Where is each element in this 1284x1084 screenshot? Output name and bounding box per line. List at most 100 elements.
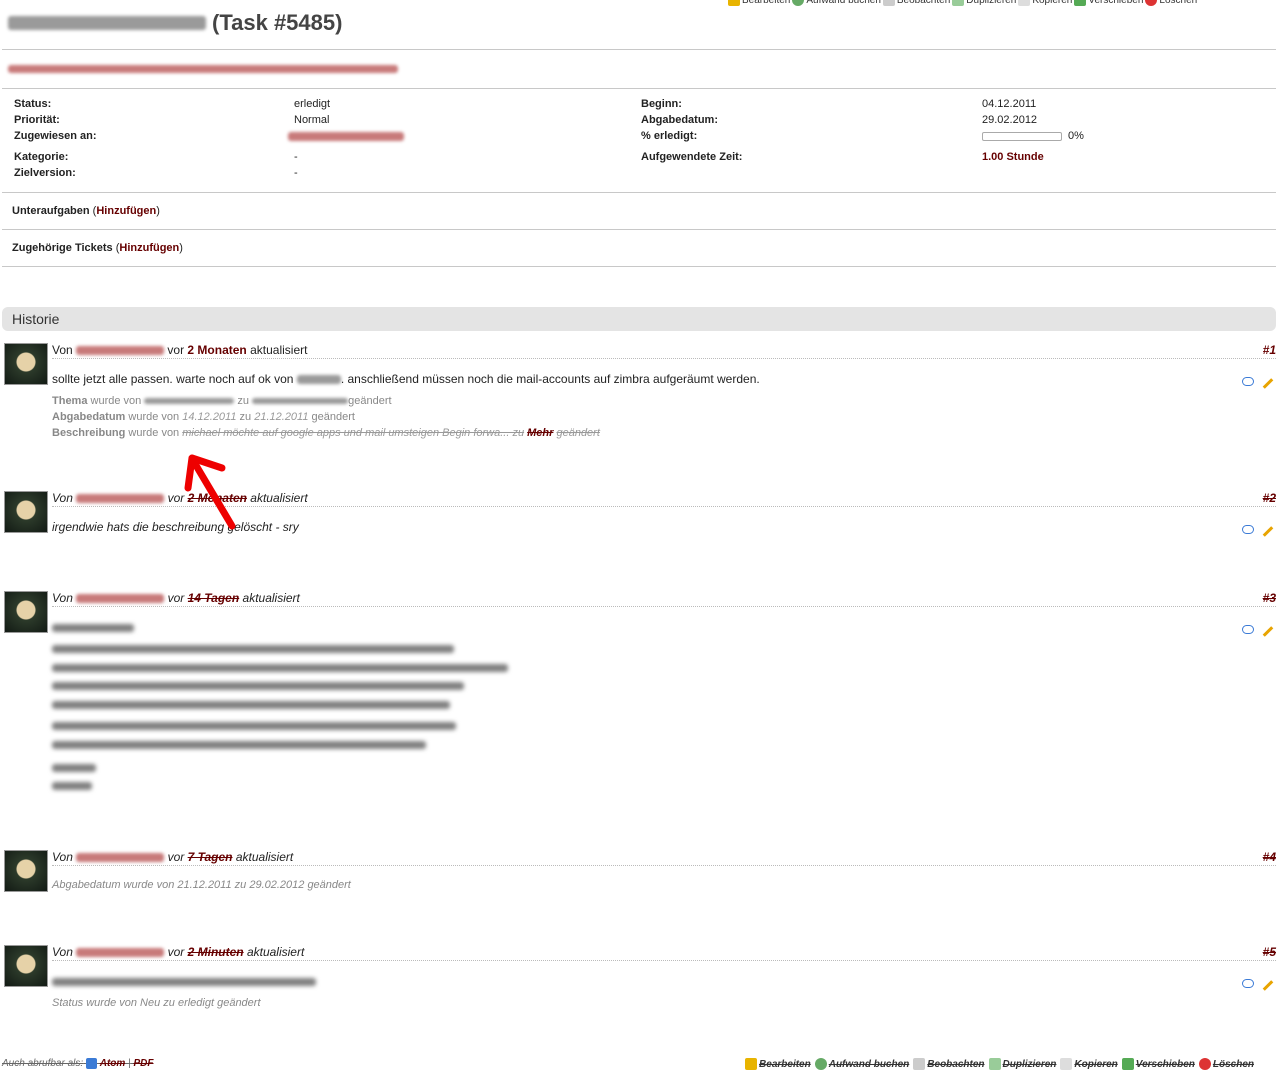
- redacted-name: [296, 375, 341, 385]
- task-number: (Task #5485): [212, 10, 343, 35]
- divider: [2, 229, 1276, 230]
- pencil-icon: [728, 0, 740, 6]
- move-icon: [1121, 1058, 1134, 1070]
- redacted-user[interactable]: [76, 853, 165, 863]
- move-icon: [1074, 0, 1087, 6]
- log-time-action[interactable]: Aufwand buchen: [814, 1058, 909, 1070]
- journal-actions: [1234, 525, 1274, 537]
- delete-action[interactable]: Löschen: [1145, 0, 1197, 7]
- divider: [2, 192, 1276, 193]
- move-action[interactable]: Verschieben: [1074, 0, 1143, 7]
- priority-label: Priorität:: [14, 114, 60, 126]
- copy-icon: [1018, 0, 1031, 6]
- due-label: Abgabedatum:: [641, 114, 718, 126]
- add-subtask-link[interactable]: Hinzufügen: [96, 205, 156, 217]
- delete-icon: [1198, 1058, 1211, 1070]
- redacted-user[interactable]: [76, 494, 165, 504]
- pencil-icon[interactable]: [1262, 378, 1274, 389]
- annotation-arrow-icon: [184, 454, 236, 530]
- category-label: Kategorie:: [14, 151, 69, 163]
- avatar: [4, 343, 48, 385]
- journal-detail: Beschreibung wurde von michael möchte au…: [52, 427, 600, 439]
- time-ago-link[interactable]: 7 Tagen: [188, 850, 233, 864]
- quote-icon[interactable]: [1242, 979, 1254, 988]
- avatar: [4, 491, 48, 533]
- watch-action[interactable]: Beobachten: [913, 1058, 985, 1070]
- journal-actions: [1234, 625, 1274, 637]
- due-value: 29.02.2012: [982, 114, 1038, 126]
- journal-number-link[interactable]: #5: [1263, 945, 1276, 959]
- progress-bar: [982, 131, 1062, 141]
- spent-time-link[interactable]: 1.00 Stunde: [982, 151, 1044, 163]
- journal-actions: [1234, 979, 1274, 991]
- divider: [2, 49, 1276, 50]
- page-title: (Task #5485): [8, 10, 342, 36]
- journal-number-link[interactable]: #3: [1263, 591, 1276, 605]
- avatar: [4, 945, 48, 987]
- more-link[interactable]: Mehr: [527, 427, 553, 439]
- journal-number-link[interactable]: #4: [1263, 850, 1276, 864]
- quote-icon[interactable]: [1242, 377, 1254, 386]
- atom-link[interactable]: Atom: [100, 1058, 126, 1069]
- clock-icon: [814, 1058, 827, 1070]
- assigned-value[interactable]: [288, 130, 404, 142]
- avatar: [4, 850, 48, 892]
- move-action[interactable]: Verschieben: [1121, 1058, 1195, 1070]
- journal-number-link[interactable]: #2: [1263, 491, 1276, 505]
- journal-entry: Von vor 2 Monaten aktualisiert #1 sollte…: [2, 343, 1276, 453]
- journal-entry: Von vor 14 Tagen aktualisiert #3: [2, 591, 1276, 801]
- pencil-icon[interactable]: [1262, 626, 1274, 637]
- journal-header: Von vor 2 Minuten aktualisiert #5: [52, 945, 1276, 961]
- time-ago-link[interactable]: 2 Minuten: [188, 945, 244, 959]
- journal-entry: Von vor 7 Tagen aktualisiert #4 Abgabeda…: [2, 850, 1276, 900]
- journal-header: Von vor 7 Tagen aktualisiert #4: [52, 850, 1276, 866]
- divider: [2, 88, 1276, 89]
- version-label: Zielversion:: [14, 167, 76, 179]
- pencil-icon[interactable]: [1262, 980, 1274, 991]
- time-ago-link[interactable]: 2 Monaten: [187, 343, 246, 357]
- add-relation-link[interactable]: Hinzufügen: [119, 242, 179, 254]
- assigned-label: Zugewiesen an:: [14, 130, 97, 142]
- duplicate-icon: [952, 0, 965, 6]
- journal-detail: Thema wurde von zu geändert: [52, 395, 392, 407]
- time-ago-link[interactable]: 14 Tagen: [188, 591, 240, 605]
- pdf-link[interactable]: PDF: [133, 1058, 153, 1069]
- journal-detail: Abgabedatum wurde von 14.12.2011 zu 21.1…: [52, 411, 355, 423]
- journal-entry: Von vor 2 Minuten aktualisiert #5 Status…: [2, 945, 1276, 1015]
- priority-value: Normal: [294, 114, 330, 126]
- bottom-action-bar: Bearbeiten Aufwand buchen Beobachten Dup…: [745, 1058, 1254, 1070]
- log-time-action[interactable]: Aufwand buchen: [792, 0, 881, 7]
- duplicate-action[interactable]: Duplizieren: [988, 1058, 1056, 1070]
- edit-action[interactable]: Bearbeiten: [745, 1058, 811, 1070]
- delete-icon: [1145, 0, 1158, 6]
- quote-icon[interactable]: [1242, 625, 1254, 634]
- rss-icon: [85, 1058, 97, 1069]
- version-value: -: [294, 167, 298, 179]
- pencil-icon: [745, 1058, 758, 1070]
- export-links: Auch abrufbar als: Atom | PDF: [2, 1058, 154, 1070]
- top-action-bar: Bearbeiten Aufwand buchen Beobachten Dup…: [728, 0, 1276, 7]
- duplicate-action[interactable]: Duplizieren: [952, 0, 1016, 7]
- redacted-user[interactable]: [76, 346, 165, 356]
- star-icon: [882, 0, 895, 6]
- delete-action[interactable]: Löschen: [1198, 1058, 1254, 1070]
- journal-note: sollte jetzt alle passen. warte noch auf…: [52, 372, 760, 386]
- copy-icon: [1060, 1058, 1073, 1070]
- redacted-user[interactable]: [76, 948, 165, 958]
- relations-section: Zugehörige Tickets (Hinzufügen): [12, 242, 183, 254]
- duplicate-icon: [988, 1058, 1001, 1070]
- journal-detail: Status wurde von Neu zu erledigt geänder…: [52, 997, 261, 1009]
- redacted-user[interactable]: [76, 594, 165, 604]
- done-label: % erledigt:: [641, 130, 698, 142]
- watch-action[interactable]: Beobachten: [882, 0, 950, 7]
- edit-action[interactable]: Bearbeiten: [728, 0, 790, 7]
- copy-action[interactable]: Kopieren: [1018, 0, 1072, 7]
- journal-number-link[interactable]: #1: [1263, 343, 1276, 357]
- redacted-title: [8, 16, 206, 30]
- quote-icon[interactable]: [1242, 525, 1254, 534]
- clock-icon: [792, 0, 805, 6]
- journal-detail: Abgabedatum wurde von 21.12.2011 zu 29.0…: [52, 879, 351, 891]
- copy-action[interactable]: Kopieren: [1060, 1058, 1118, 1070]
- pencil-icon[interactable]: [1262, 526, 1274, 537]
- spent-label: Aufgewendete Zeit:: [641, 151, 743, 163]
